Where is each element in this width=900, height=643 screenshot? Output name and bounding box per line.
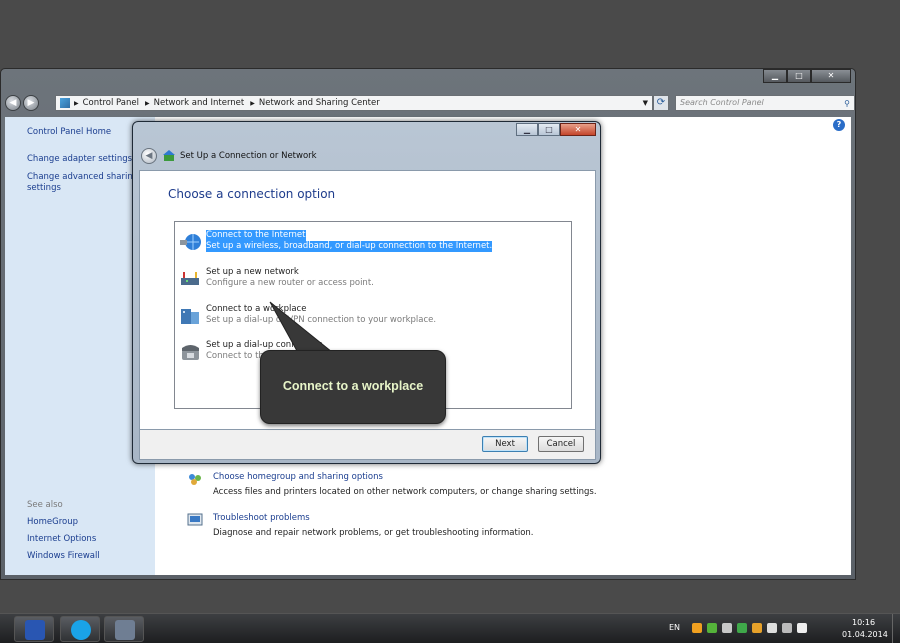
show-desktop-button[interactable] (892, 614, 900, 643)
language-indicator[interactable]: EN (669, 623, 680, 632)
flag-icon[interactable] (767, 623, 777, 633)
telephone-icon (182, 345, 199, 360)
virtualbox-icon (115, 620, 135, 640)
next-button[interactable]: Next (482, 436, 528, 452)
tray-app-icon[interactable] (707, 623, 717, 633)
search-icon[interactable]: ⚲ (844, 97, 850, 111)
close-button[interactable]: ✕ (811, 69, 851, 83)
refresh-button[interactable]: ⟳ (653, 95, 669, 111)
system-tray (692, 623, 807, 633)
help-icon[interactable]: ? (833, 119, 845, 131)
globe-icon (180, 234, 201, 250)
option-title: Set up a new network (206, 267, 299, 277)
control-panel-home-link[interactable]: Control Panel Home (27, 127, 111, 138)
homegroup-sharing-description: Access files and printers located on oth… (213, 487, 597, 497)
homegroup-sharing-link[interactable]: Choose homegroup and sharing options (213, 472, 383, 482)
wizard-back-button[interactable]: ◀ (141, 148, 157, 164)
breadcrumb-network-and-internet[interactable]: Network and Internet (154, 98, 245, 108)
taskbar-app-button[interactable] (60, 616, 100, 642)
control-panel-icon (60, 98, 70, 108)
search-input[interactable]: Search Control Panel ⚲ (675, 95, 855, 111)
windows-firewall-link[interactable]: Windows Firewall (27, 551, 100, 562)
router-icon (181, 272, 199, 285)
see-also-heading: See also (27, 500, 63, 510)
network-setup-icon (163, 150, 175, 161)
callout-text: Connect to a workplace (282, 379, 424, 393)
troubleshoot-icon (187, 513, 203, 526)
address-bar[interactable]: ▶ Control Panel ▶ Network and Internet ▶… (55, 95, 653, 111)
clock-date[interactable]: 01.04.2014 (842, 630, 888, 639)
breadcrumb-arrow-icon[interactable]: ▶ (250, 100, 255, 107)
dialog-title: Set Up a Connection or Network (180, 151, 317, 161)
troubleshoot-description: Diagnose and repair network problems, or… (213, 528, 534, 538)
dialog-footer: Next Cancel (139, 430, 596, 460)
skype-icon (71, 620, 91, 640)
change-advanced-sharing-link[interactable]: Change advanced sharing settings (27, 172, 139, 194)
tray-app-icon[interactable] (737, 623, 747, 633)
tray-app-icon[interactable] (722, 623, 732, 633)
option-connect-internet[interactable]: Connect to the Internet Set up a wireles… (179, 230, 493, 254)
option-title: Connect to the Internet (206, 230, 306, 241)
volume-icon[interactable] (797, 623, 807, 633)
change-adapter-settings-link[interactable]: Change adapter settings (27, 154, 132, 165)
breadcrumb-arrow-icon[interactable]: ▶ (74, 100, 79, 107)
taskbar: EN 10:16 01.04.2014 (0, 613, 900, 643)
chevron-down-icon[interactable]: ▼ (643, 99, 648, 107)
breadcrumb-control-panel[interactable]: Control Panel (83, 98, 139, 108)
dialog-heading: Choose a connection option (168, 187, 336, 201)
option-new-network[interactable]: Set up a new network Configure a new rou… (179, 267, 471, 291)
breadcrumb-network-sharing-center[interactable]: Network and Sharing Center (259, 98, 380, 108)
search-placeholder: Search Control Panel (680, 98, 764, 107)
option-description: Configure a new router or access point. (206, 278, 374, 288)
workplace-icon (181, 309, 199, 324)
maximize-button[interactable]: □ (787, 69, 811, 83)
breadcrumb-arrow-icon[interactable]: ▶ (145, 100, 150, 107)
cancel-button[interactable]: Cancel (538, 436, 584, 452)
network-icon[interactable] (782, 623, 792, 633)
back-button[interactable]: ◀ (5, 95, 21, 111)
dialog-maximize-button[interactable]: □ (538, 123, 560, 136)
tray-app-icon[interactable] (692, 623, 702, 633)
homegroup-link[interactable]: HomeGroup (27, 517, 78, 528)
tutorial-callout: Connect to a workplace (260, 350, 446, 424)
dialog-caption-buttons: ▁ □ ✕ (516, 123, 596, 136)
minimize-button[interactable]: ▁ (763, 69, 787, 83)
taskbar-app-button[interactable] (104, 616, 144, 642)
dialog-close-button[interactable]: ✕ (560, 123, 596, 136)
window-caption-buttons: ▁ □ ✕ (763, 69, 851, 83)
tray-app-icon[interactable] (752, 623, 762, 633)
forward-button[interactable]: ▶ (23, 95, 39, 111)
save-icon (25, 620, 45, 640)
homegroup-icon (189, 474, 201, 485)
dialog-minimize-button[interactable]: ▁ (516, 123, 538, 136)
internet-options-link[interactable]: Internet Options (27, 534, 96, 545)
option-description: Set up a wireless, broadband, or dial-up… (206, 241, 493, 252)
clock-time[interactable]: 10:16 (852, 618, 875, 627)
taskbar-app-button[interactable] (14, 616, 54, 642)
troubleshoot-problems-link[interactable]: Troubleshoot problems (213, 513, 310, 523)
navigation-toolbar: ◀ ▶ ▶ Control Panel ▶ Network and Intern… (5, 93, 855, 113)
